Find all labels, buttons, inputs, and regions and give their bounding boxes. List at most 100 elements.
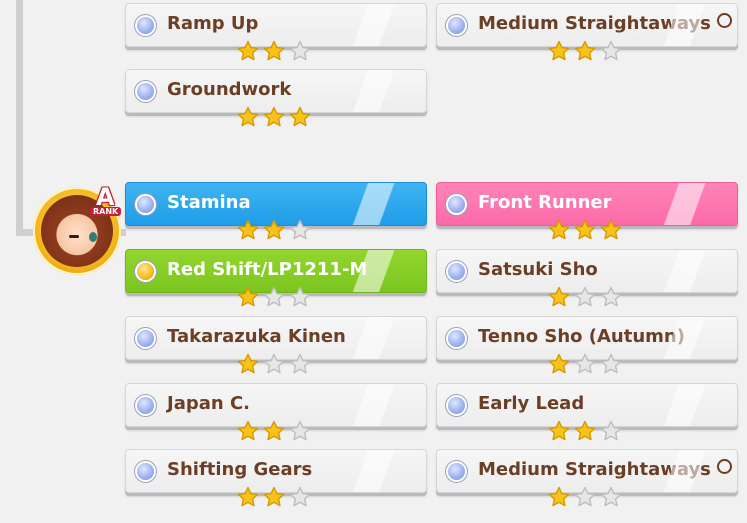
star-filled-icon bbox=[574, 420, 596, 442]
skill-dot-icon bbox=[137, 83, 154, 100]
rank-word: RANK bbox=[90, 207, 122, 216]
star-filled-icon bbox=[237, 106, 259, 128]
star-filled-icon bbox=[548, 219, 570, 241]
star-filled-icon bbox=[289, 106, 311, 128]
skill-card-takarazuka-kinen[interactable]: Takarazuka Kinen bbox=[125, 316, 427, 374]
star-filled-icon bbox=[237, 40, 259, 62]
skill-stars bbox=[237, 286, 315, 308]
skill-label: Takarazuka Kinen bbox=[167, 326, 346, 347]
skill-card-groundwork[interactable]: Groundwork bbox=[125, 69, 427, 127]
skill-dot-icon bbox=[448, 463, 465, 480]
rank-badge: A RANK bbox=[88, 183, 124, 219]
skill-stars bbox=[548, 286, 626, 308]
star-empty-icon bbox=[574, 353, 596, 375]
skill-dot-icon bbox=[448, 263, 465, 280]
star-empty-icon bbox=[600, 40, 622, 62]
skill-dot-icon bbox=[448, 397, 465, 414]
circle-marker-icon bbox=[716, 459, 732, 474]
tree-connector-vertical bbox=[16, 0, 23, 236]
star-filled-icon bbox=[237, 420, 259, 442]
skill-dot-icon bbox=[448, 196, 465, 213]
skill-stars bbox=[237, 40, 315, 62]
skill-stars bbox=[237, 353, 315, 375]
skill-label: Medium Straightaways bbox=[478, 13, 732, 34]
skill-stars bbox=[548, 420, 626, 442]
skill-dot-icon bbox=[137, 397, 154, 414]
skill-label: Red Shift/LP1211-M bbox=[167, 259, 368, 280]
star-filled-icon bbox=[548, 420, 570, 442]
skill-stars bbox=[548, 486, 626, 508]
avatar-eye bbox=[69, 235, 79, 238]
skill-card-front-runner[interactable]: Front Runner bbox=[436, 182, 738, 240]
star-filled-icon bbox=[600, 219, 622, 241]
circle-marker-icon bbox=[716, 13, 732, 28]
star-empty-icon bbox=[289, 219, 311, 241]
star-empty-icon bbox=[289, 353, 311, 375]
star-empty-icon bbox=[574, 286, 596, 308]
skill-label: Groundwork bbox=[167, 79, 292, 100]
skill-label-text: Medium Straightaways bbox=[478, 459, 711, 480]
star-empty-icon bbox=[600, 286, 622, 308]
star-empty-icon bbox=[289, 286, 311, 308]
star-filled-icon bbox=[548, 353, 570, 375]
skill-label: Early Lead bbox=[478, 393, 585, 414]
star-empty-icon bbox=[263, 353, 285, 375]
star-filled-icon bbox=[574, 40, 596, 62]
skill-dot-icon bbox=[137, 196, 154, 213]
skill-label: Front Runner bbox=[478, 192, 612, 213]
star-empty-icon bbox=[600, 353, 622, 375]
skill-card-early-lead[interactable]: Early Lead bbox=[436, 383, 738, 441]
skill-dot-icon bbox=[448, 330, 465, 347]
skill-stars bbox=[237, 219, 315, 241]
skill-label: Satsuki Sho bbox=[478, 259, 598, 280]
star-filled-icon bbox=[263, 219, 285, 241]
skill-label: Tenno Sho (Autumn) bbox=[478, 326, 685, 347]
skill-label-text: Medium Straightaways bbox=[478, 13, 711, 34]
star-filled-icon bbox=[263, 106, 285, 128]
skill-card-shifting-gears[interactable]: Shifting Gears bbox=[125, 449, 427, 507]
star-filled-icon bbox=[237, 286, 259, 308]
star-filled-icon bbox=[237, 353, 259, 375]
skill-label: Ramp Up bbox=[167, 13, 259, 34]
skill-label: Stamina bbox=[167, 192, 251, 213]
star-empty-icon bbox=[289, 420, 311, 442]
skill-card-red-shift[interactable]: Red Shift/LP1211-M bbox=[125, 249, 427, 307]
star-filled-icon bbox=[548, 486, 570, 508]
skill-card-japan-c[interactable]: Japan C. bbox=[125, 383, 427, 441]
skill-card-satsuki-sho[interactable]: Satsuki Sho bbox=[436, 249, 738, 307]
star-filled-icon bbox=[237, 486, 259, 508]
star-filled-icon bbox=[548, 286, 570, 308]
skill-dot-icon bbox=[137, 463, 154, 480]
skill-label: Medium Straightaways bbox=[478, 459, 732, 480]
skill-stars bbox=[237, 486, 315, 508]
skill-stars bbox=[548, 219, 626, 241]
star-filled-icon bbox=[237, 219, 259, 241]
star-filled-icon bbox=[574, 219, 596, 241]
skill-card-tenno-sho-autumn[interactable]: Tenno Sho (Autumn) bbox=[436, 316, 738, 374]
star-empty-icon bbox=[600, 486, 622, 508]
skill-card-medium-straightaways-top[interactable]: Medium Straightaways bbox=[436, 3, 738, 61]
star-filled-icon bbox=[263, 420, 285, 442]
character-avatar[interactable]: A RANK bbox=[33, 183, 122, 275]
skill-dot-icon bbox=[137, 263, 154, 280]
avatar-eye bbox=[89, 232, 97, 242]
skill-stars bbox=[548, 353, 626, 375]
skill-stars bbox=[548, 40, 626, 62]
skill-label: Shifting Gears bbox=[167, 459, 313, 480]
star-filled-icon bbox=[263, 40, 285, 62]
skill-card-medium-straightaways[interactable]: Medium Straightaways bbox=[436, 449, 738, 507]
star-empty-icon bbox=[289, 40, 311, 62]
skill-dot-icon bbox=[448, 17, 465, 34]
star-filled-icon bbox=[548, 40, 570, 62]
skill-card-ramp-up[interactable]: Ramp Up bbox=[125, 3, 427, 61]
star-empty-icon bbox=[289, 486, 311, 508]
star-empty-icon bbox=[600, 420, 622, 442]
skill-dot-icon bbox=[137, 330, 154, 347]
star-filled-icon bbox=[263, 486, 285, 508]
star-empty-icon bbox=[574, 486, 596, 508]
skill-label: Japan C. bbox=[167, 393, 251, 414]
star-empty-icon bbox=[263, 286, 285, 308]
skill-card-stamina[interactable]: Stamina bbox=[125, 182, 427, 240]
skill-dot-icon bbox=[137, 17, 154, 34]
skill-stars bbox=[237, 106, 315, 128]
